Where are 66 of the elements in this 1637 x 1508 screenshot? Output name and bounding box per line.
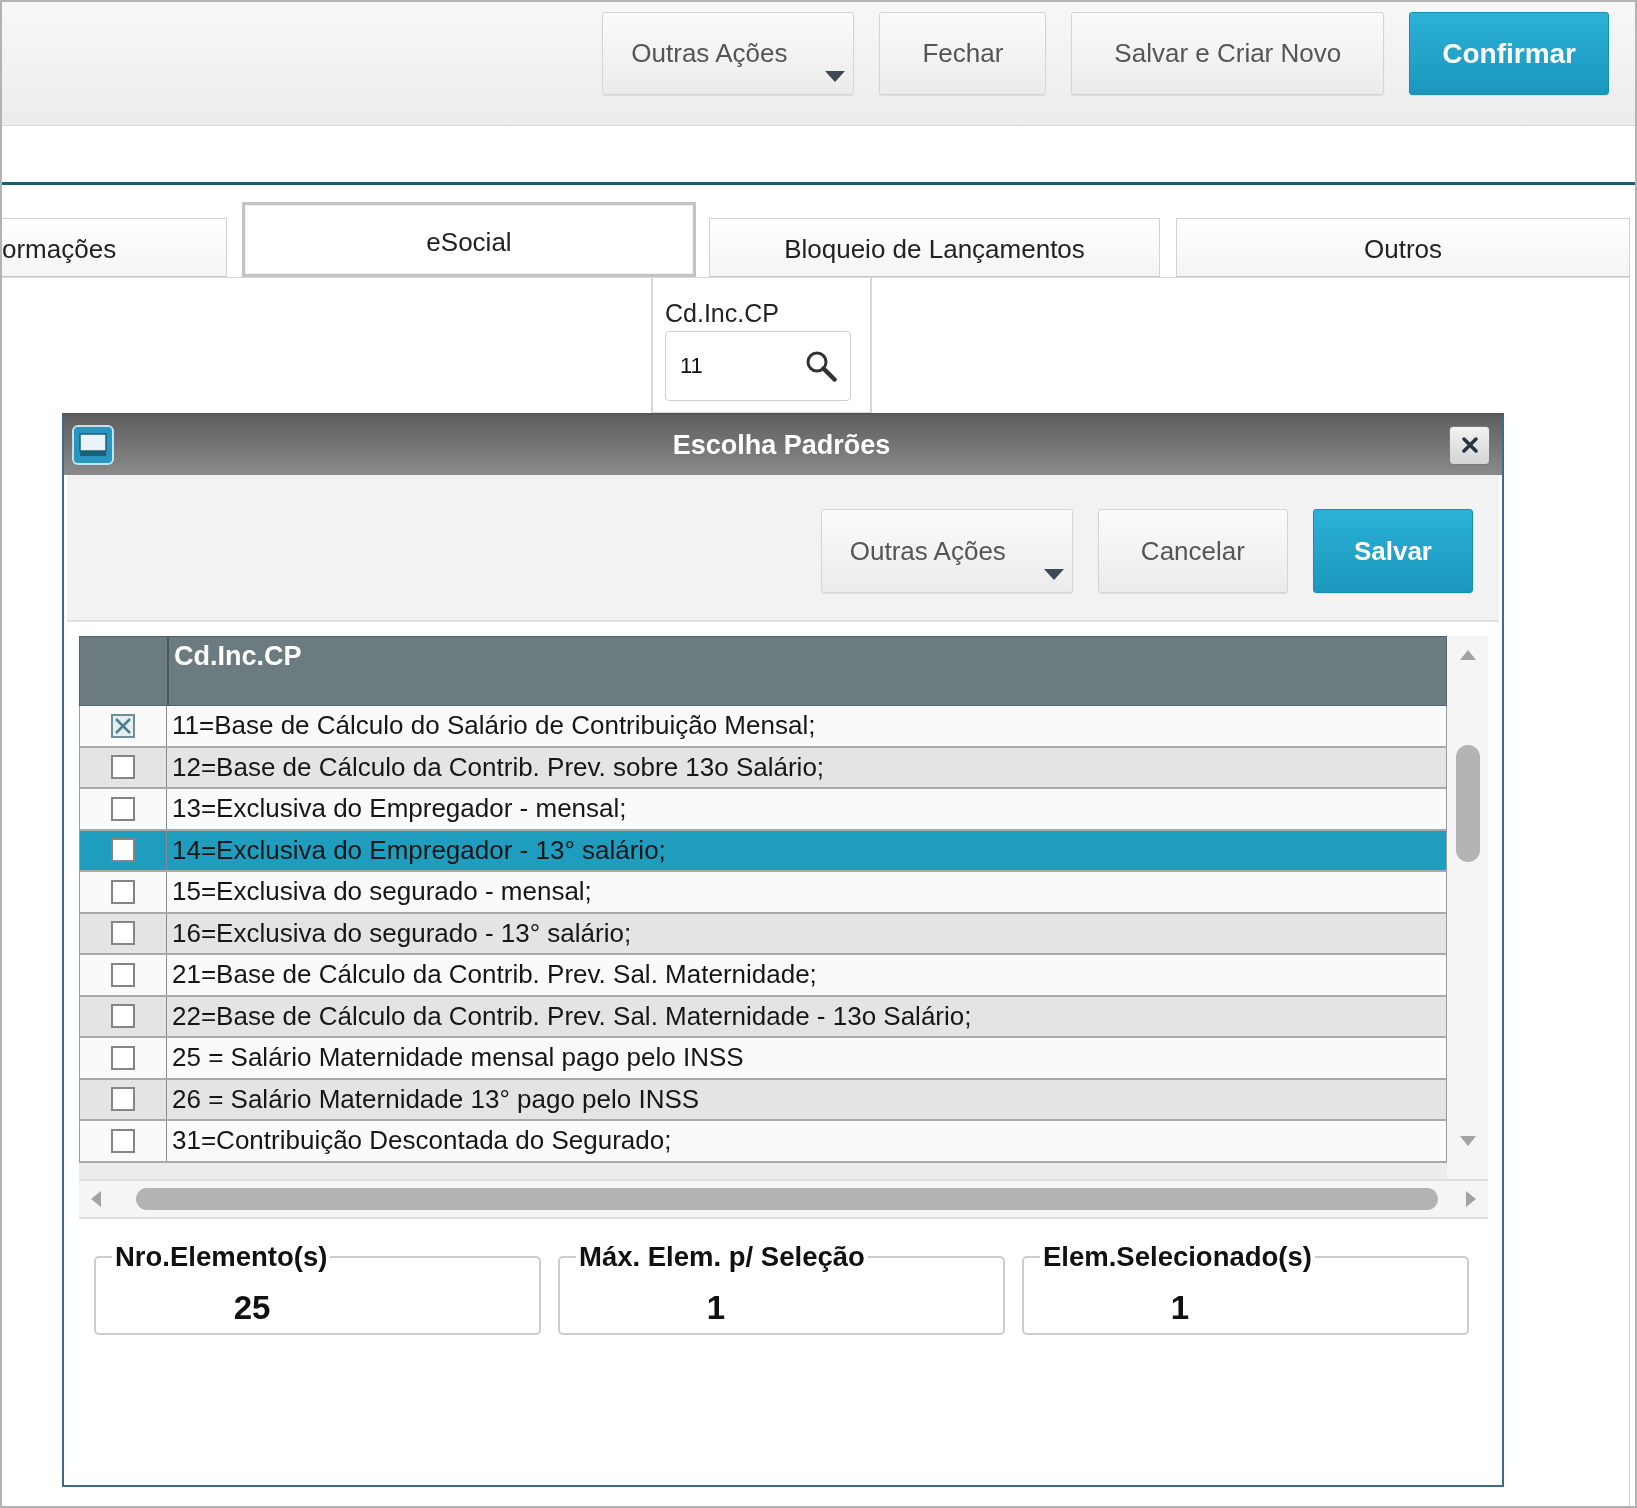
checkbox[interactable] <box>111 1045 135 1070</box>
counter-label: Nro.Elemento(s) <box>114 1240 329 1273</box>
checkbox[interactable] <box>111 713 135 738</box>
search-field[interactable]: 11 <box>665 331 851 401</box>
table-row[interactable]: 11=Base de Cálculo do Salário de Contribuição Mensal; <box>79 706 1447 748</box>
table-row[interactable]: 21=Base de Cálculo da Contrib. Prev. Sal. Maternidade; <box>79 955 1447 997</box>
table-row[interactable]: 16=Exclusiva do segurado - 13° salário; <box>79 913 1447 955</box>
table-cell-text: 22=Base de Cálculo da Contrib. Prev. Sal. Maternidade - 13o Salário; <box>171 999 972 1033</box>
scroll-down-icon[interactable] <box>1459 1135 1476 1146</box>
window-icon <box>72 425 114 465</box>
checkbox[interactable] <box>111 796 135 821</box>
table-row[interactable]: 25 = Salário Maternidade mensal pago pelo INSS <box>79 1038 1447 1080</box>
tab[interactable]: Outros <box>1176 218 1630 277</box>
table-cell-text: 11=Base de Cálculo do Salário de Contribuição Mensal; <box>171 709 816 743</box>
menu-button[interactable]: Outras Ações <box>820 509 1073 593</box>
scroll-right-icon[interactable] <box>1466 1190 1476 1207</box>
table-row[interactable]: 26 = Salário Maternidade 13° pago pelo INSS <box>79 1079 1447 1121</box>
checkbox[interactable] <box>111 1004 135 1029</box>
dialog-title: Escolha Padrões <box>671 429 892 461</box>
table-cell-text: 26 = Salário Maternidade 13° pago pelo INSS <box>171 1082 700 1116</box>
table-row[interactable]: 13=Exclusiva do Empregador - mensal; <box>79 789 1447 831</box>
close-button[interactable] <box>1449 425 1490 465</box>
tab[interactable]: ormações <box>2 218 227 277</box>
table-row[interactable]: 22=Base de Cálculo da Contrib. Prev. Sal. Maternidade - 13o Salário; <box>79 996 1447 1038</box>
button[interactable]: Cancelar <box>1097 509 1288 593</box>
scroll-up-icon[interactable] <box>1459 650 1476 660</box>
table-row[interactable]: 31=Contribuição Descontada do Segurado; <box>79 1121 1447 1163</box>
table-row[interactable]: 12=Base de Cálculo da Contrib. Prev. sobre 13o Salário; <box>79 747 1447 789</box>
menu-button[interactable]: Outras Ações <box>602 12 855 95</box>
close-icon <box>1461 437 1478 453</box>
checkbox[interactable] <box>111 755 135 780</box>
table-cell-text: 16=Exclusiva do segurado - 13° salário; <box>171 916 632 950</box>
table-cell-text: 13=Exclusiva do Empregador - mensal; <box>171 792 627 826</box>
counter-label: Máx. Elem. p/ Seleção <box>578 1240 866 1273</box>
field-label: Cd.Inc.CP <box>665 298 780 328</box>
table-row[interactable]: 15=Exclusiva do segurado - mensal; <box>79 872 1447 914</box>
checkbox[interactable] <box>111 1087 135 1112</box>
caret-icon <box>825 71 846 82</box>
scroll-left-icon[interactable] <box>91 1190 101 1207</box>
button[interactable]: Fechar <box>879 12 1047 95</box>
checkbox[interactable] <box>111 879 135 904</box>
counter-value: 1 <box>1169 1288 1191 1327</box>
counter-value: 1 <box>705 1288 727 1327</box>
scrollbar-thumb[interactable] <box>1455 745 1480 862</box>
tab[interactable]: eSocial <box>242 202 696 277</box>
scrollbar-thumb[interactable] <box>136 1187 1438 1210</box>
table-cell-text: 12=Base de Cálculo da Contrib. Prev. sobre 13o Salário; <box>171 750 825 784</box>
table-cell-text: 15=Exclusiva do segurado - mensal; <box>171 875 592 909</box>
table-cell-text: 14=Exclusiva do Empregador - 13° salário; <box>171 833 666 867</box>
checkbox[interactable] <box>111 962 135 987</box>
tab[interactable]: Bloqueio de Lançamentos <box>709 218 1160 277</box>
checkbox[interactable] <box>111 838 135 863</box>
button[interactable]: Salvar e Criar Novo <box>1071 12 1385 95</box>
horizontal-scrollbar[interactable] <box>79 1178 1488 1219</box>
table-cell-text: 25 = Salário Maternidade mensal pago pelo INSS <box>171 1041 744 1075</box>
counter-value: 25 <box>232 1288 272 1327</box>
checkbox[interactable] <box>111 1128 135 1153</box>
search-icon[interactable] <box>805 350 837 382</box>
table-cell-text: 31=Contribuição Descontada do Segurado; <box>171 1124 672 1158</box>
checkbox[interactable] <box>111 921 135 946</box>
column-header: Cd.Inc.CP <box>173 640 302 673</box>
caret-icon <box>1043 569 1064 580</box>
table-row[interactable]: 14=Exclusiva do Empregador - 13° salário; <box>79 830 1447 872</box>
table-cell-text: 21=Base de Cálculo da Contrib. Prev. Sal. Maternidade; <box>171 958 817 992</box>
counter-label: Elem.Selecionado(s) <box>1042 1240 1313 1273</box>
vertical-scrollbar[interactable] <box>1447 636 1488 1179</box>
